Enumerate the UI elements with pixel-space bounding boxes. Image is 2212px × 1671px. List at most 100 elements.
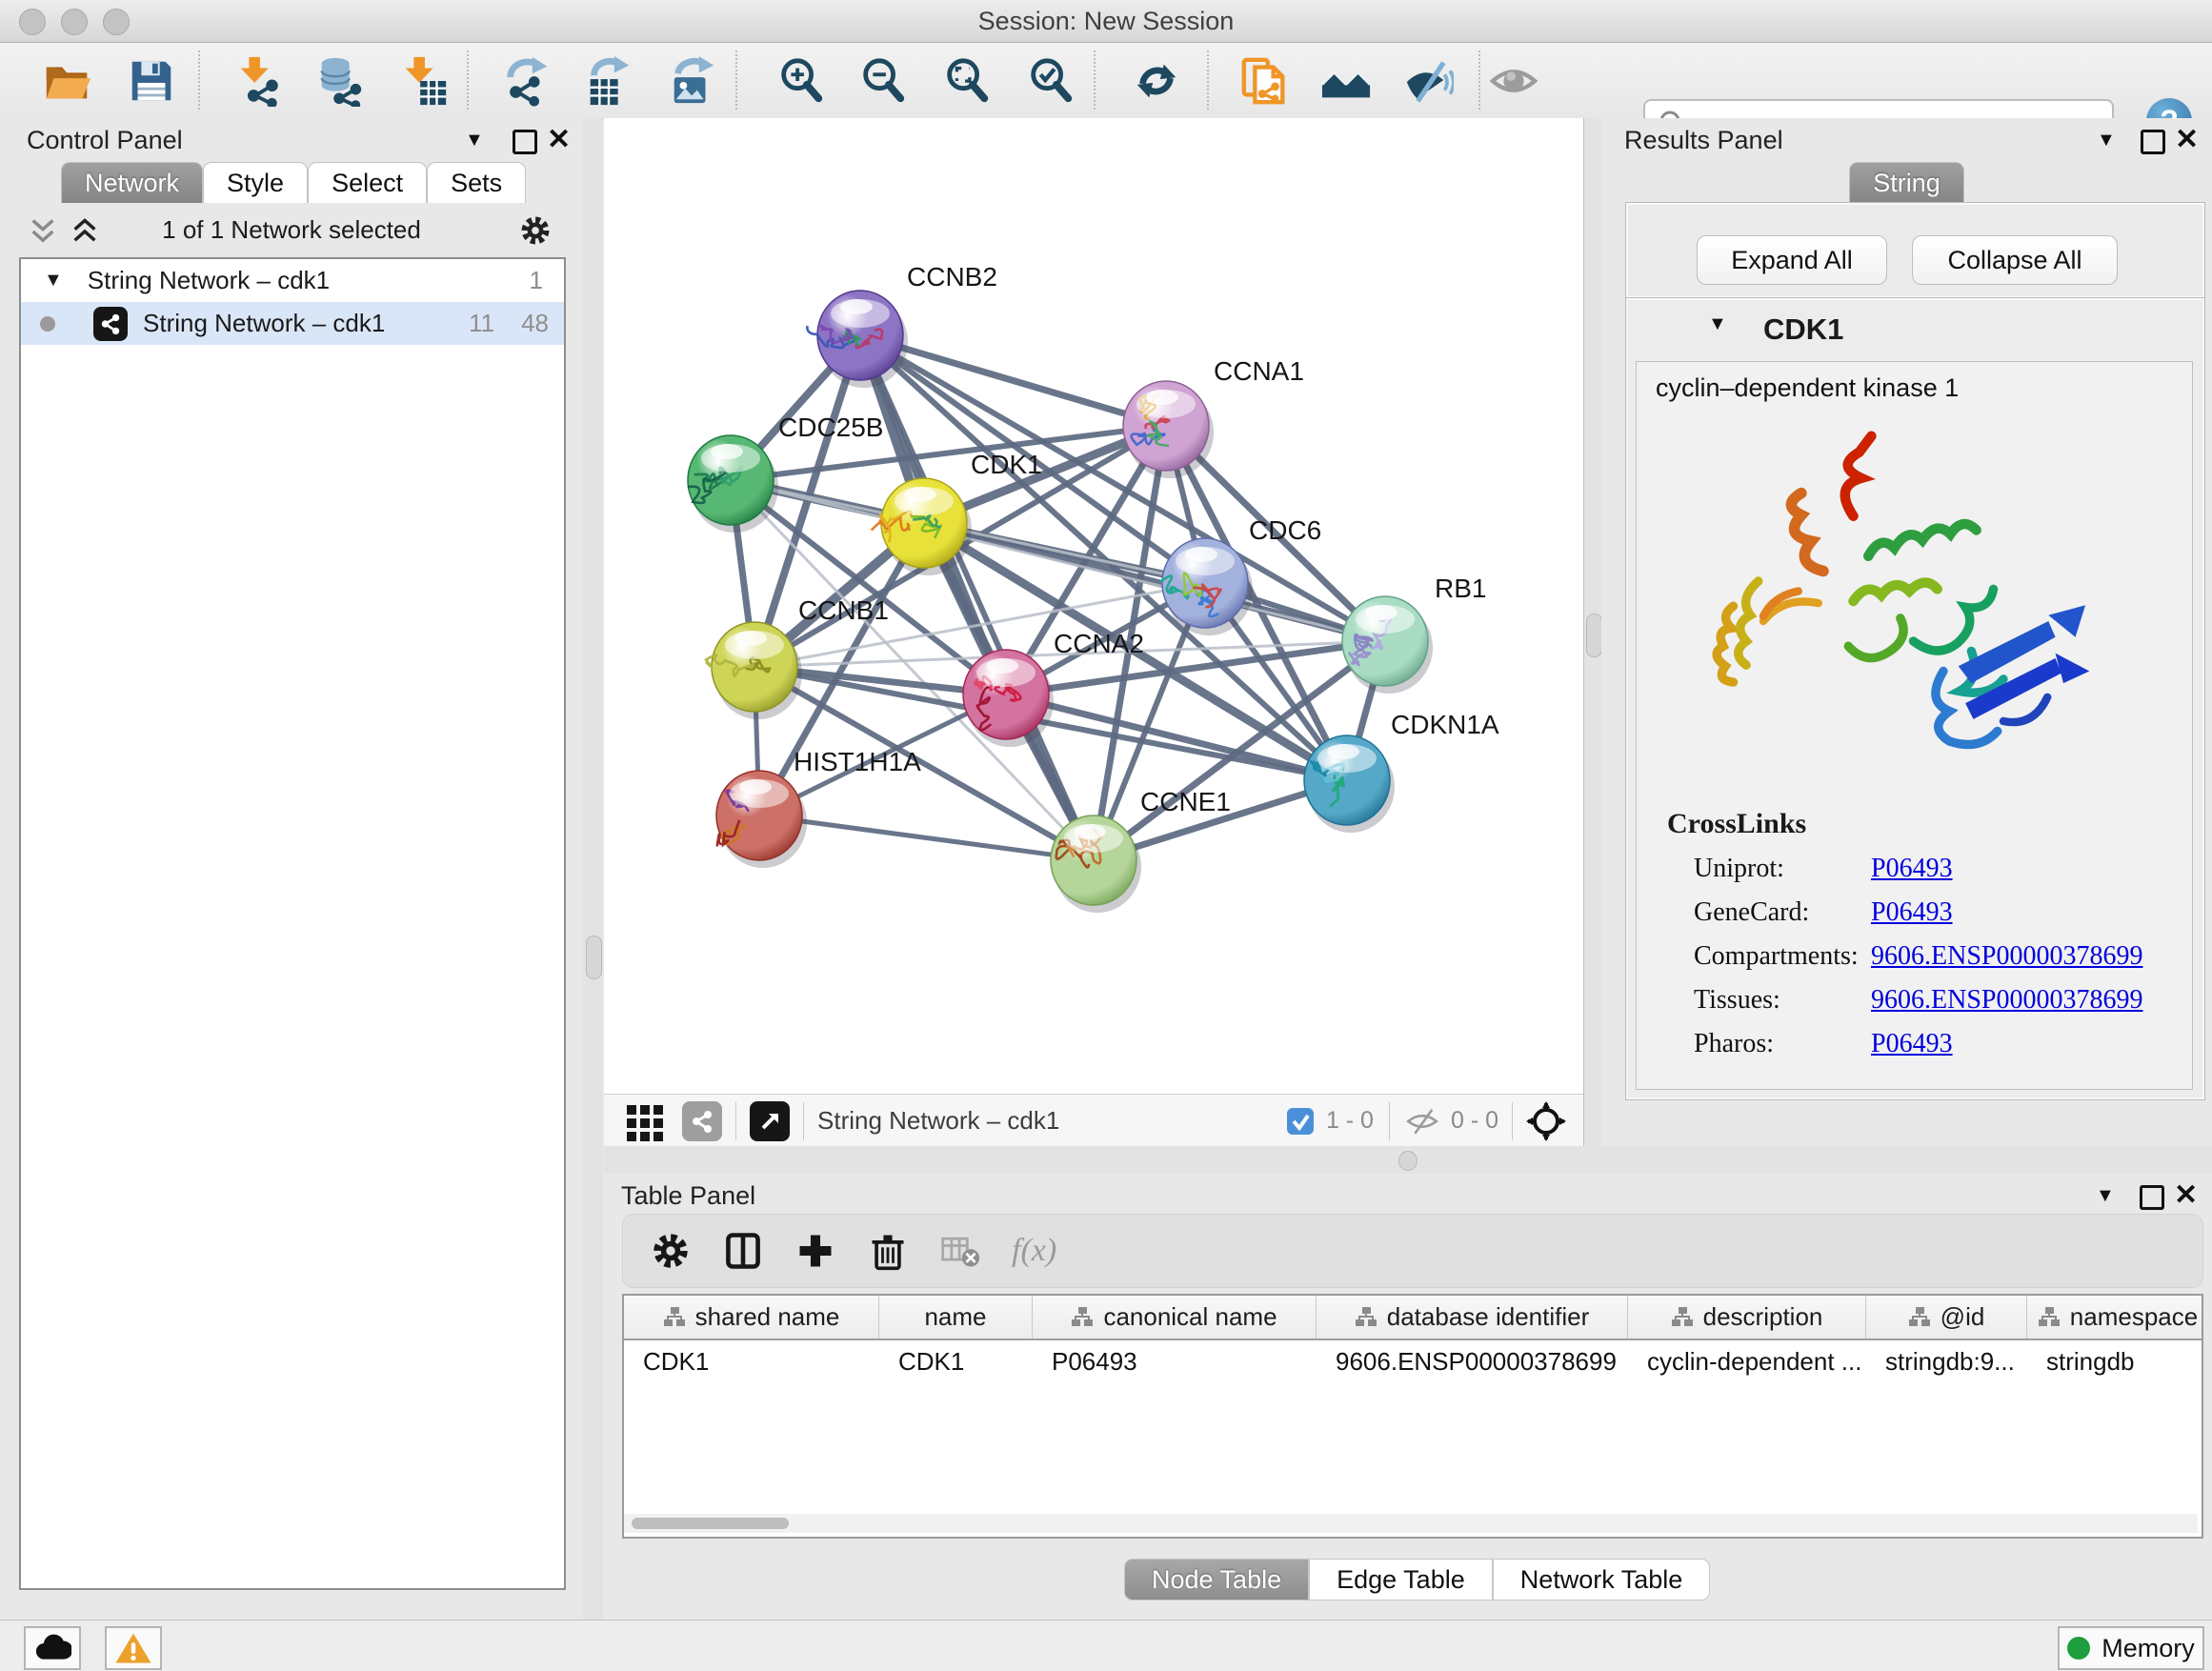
- node-section-header[interactable]: ▼ CDK1: [1626, 298, 2204, 361]
- tab-style[interactable]: Style: [203, 162, 308, 203]
- gear-icon[interactable]: [518, 213, 553, 248]
- birds-eye-view-icon[interactable]: [1526, 1101, 1566, 1141]
- node-label: CCNA2: [1054, 629, 1144, 658]
- import-network-from-database-button[interactable]: [312, 53, 368, 109]
- import-table-button[interactable]: [396, 53, 452, 109]
- node-details-section: ▼ CDK1 cyclin–dependent kinase 1: [1625, 297, 2205, 1100]
- column-header[interactable]: description: [1628, 1296, 1866, 1339]
- table-panel-title: Table Panel: [621, 1181, 755, 1210]
- grid-view-icon[interactable]: [625, 1101, 665, 1141]
- maximize-panel-button[interactable]: [513, 130, 537, 154]
- table-settings-gear-icon[interactable]: [650, 1230, 692, 1272]
- table-row[interactable]: CDK1 CDK1 P06493 9606.ENSP00000378699 cy…: [624, 1340, 2202, 1383]
- column-header[interactable]: database identifier: [1317, 1296, 1628, 1339]
- toolbar-separator: [1389, 1102, 1390, 1140]
- zoom-in-button[interactable]: [774, 53, 829, 109]
- create-column-plus-icon[interactable]: [794, 1230, 836, 1272]
- zoom-fit-button[interactable]: [939, 53, 995, 109]
- open-session-button[interactable]: [40, 53, 95, 109]
- float-panel-button[interactable]: ▼: [2097, 118, 2116, 162]
- section-caret-icon[interactable]: ▼: [1708, 313, 1727, 335]
- column-header[interactable]: name: [879, 1296, 1033, 1339]
- selected-checkbox-icon[interactable]: [1286, 1107, 1315, 1136]
- scrollbar-thumb[interactable]: [632, 1518, 789, 1529]
- zoom-selected-button[interactable]: [1023, 53, 1078, 109]
- float-panel-button[interactable]: ▼: [2096, 1174, 2115, 1218]
- crosslink-link[interactable]: 9606.ENSP00000378699: [1871, 941, 2142, 972]
- cell-database-identifier[interactable]: 9606.ENSP00000378699: [1317, 1347, 1628, 1377]
- hide-selected-button[interactable]: [1400, 53, 1456, 109]
- cell-shared-name[interactable]: CDK1: [624, 1347, 879, 1377]
- show-columns-icon[interactable]: [722, 1230, 764, 1272]
- collapse-all-button[interactable]: Collapse All: [1912, 235, 2118, 285]
- clone-network-button[interactable]: [1237, 53, 1292, 109]
- cell-id[interactable]: stringdb:9...: [1866, 1347, 2027, 1377]
- zoom-out-button[interactable]: [855, 53, 911, 109]
- cell-canonical-name[interactable]: P06493: [1033, 1347, 1317, 1377]
- export-table-button[interactable]: [581, 53, 636, 109]
- tab-node-table[interactable]: Node Table: [1124, 1559, 1309, 1601]
- close-panel-button[interactable]: ✕: [2175, 118, 2199, 162]
- right-splitter[interactable]: [1583, 118, 1603, 1146]
- network-row[interactable]: String Network – cdk1 11 48: [21, 302, 564, 345]
- column-header[interactable]: shared name: [624, 1296, 879, 1339]
- first-neighbors-button[interactable]: [1318, 53, 1374, 109]
- crosslink-link[interactable]: 9606.ENSP00000378699: [1871, 985, 2142, 1016]
- houses-icon: [1320, 55, 1372, 107]
- close-panel-button[interactable]: ✕: [2174, 1174, 2198, 1218]
- right-splitter-handle[interactable]: [1586, 614, 1602, 657]
- horizontal-splitter[interactable]: [604, 1146, 2212, 1174]
- tab-network-table[interactable]: Network Table: [1493, 1559, 1711, 1601]
- maximize-panel-button[interactable]: [2141, 130, 2165, 154]
- toolbar-separator: [735, 1102, 736, 1140]
- memory-button[interactable]: Memory: [2058, 1626, 2204, 1670]
- cell-description[interactable]: cyclin-dependent ...: [1628, 1347, 1866, 1377]
- column-header[interactable]: namespace: [2027, 1296, 2203, 1339]
- collection-caret-icon[interactable]: ▼: [44, 270, 63, 292]
- tab-network[interactable]: Network: [61, 162, 203, 203]
- hidden-eye-icon[interactable]: [1405, 1104, 1439, 1138]
- refresh-view-button[interactable]: [1129, 53, 1184, 109]
- column-header[interactable]: @id: [1866, 1296, 2027, 1339]
- float-panel-button[interactable]: ▼: [465, 118, 484, 162]
- node-label: RB1: [1435, 574, 1486, 603]
- crosslink-link[interactable]: P06493: [1871, 897, 1953, 928]
- table-horizontal-scrollbar[interactable]: [624, 1514, 2198, 1533]
- cell-name[interactable]: CDK1: [879, 1347, 1033, 1377]
- warnings-button[interactable]: [105, 1626, 162, 1670]
- toolbar-separator: [1478, 50, 1480, 110]
- import-network-icon: [233, 55, 285, 107]
- save-session-button[interactable]: [124, 53, 179, 109]
- maximize-panel-button[interactable]: [2140, 1185, 2164, 1210]
- toolbar-separator: [1207, 50, 1209, 110]
- node-table[interactable]: shared name name canonical name database…: [622, 1294, 2203, 1539]
- export-image-button[interactable]: [665, 53, 720, 109]
- tab-select[interactable]: Select: [308, 162, 427, 203]
- network-thumbnail-icon[interactable]: [682, 1101, 722, 1141]
- export-network-button[interactable]: [499, 53, 554, 109]
- delete-column-trash-icon[interactable]: [867, 1230, 909, 1272]
- horizontal-splitter-handle[interactable]: [1398, 1151, 1418, 1171]
- close-panel-button[interactable]: ✕: [547, 118, 571, 162]
- network-canvas[interactable]: CCNB2CCNA1CDC25BCDK1CDC6RB1CCNB1CCNA2CDK…: [604, 118, 1583, 1094]
- crosslink-link[interactable]: P06493: [1871, 854, 1953, 884]
- cell-namespace[interactable]: stringdb: [2027, 1347, 2203, 1377]
- import-network-button[interactable]: [231, 53, 287, 109]
- column-header[interactable]: canonical name: [1033, 1296, 1317, 1339]
- tab-edge-table[interactable]: Edge Table: [1309, 1559, 1493, 1601]
- open-in-new-window-icon[interactable]: [750, 1101, 790, 1141]
- crosslink-label: Tissues:: [1694, 985, 1780, 1016]
- expand-all-button[interactable]: Expand All: [1697, 235, 1887, 285]
- network-view[interactable]: CCNB2CCNA1CDC25BCDK1CDC6RB1CCNB1CCNA2CDK…: [604, 118, 1584, 1146]
- tab-string[interactable]: String: [1849, 162, 1964, 203]
- toolbar-separator: [1094, 50, 1096, 110]
- left-splitter[interactable]: [583, 118, 603, 1620]
- crosslink-link[interactable]: P06493: [1871, 1029, 1953, 1059]
- crosslink-label: Compartments:: [1694, 941, 1859, 972]
- tab-sets[interactable]: Sets: [427, 162, 526, 203]
- left-splitter-handle[interactable]: [586, 936, 602, 979]
- column-type-icon: [1071, 1306, 1094, 1329]
- network-collection-row[interactable]: ▼ String Network – cdk1 1: [21, 259, 564, 302]
- show-hidden-button[interactable]: [1486, 53, 1541, 109]
- cloud-button[interactable]: [24, 1626, 81, 1670]
